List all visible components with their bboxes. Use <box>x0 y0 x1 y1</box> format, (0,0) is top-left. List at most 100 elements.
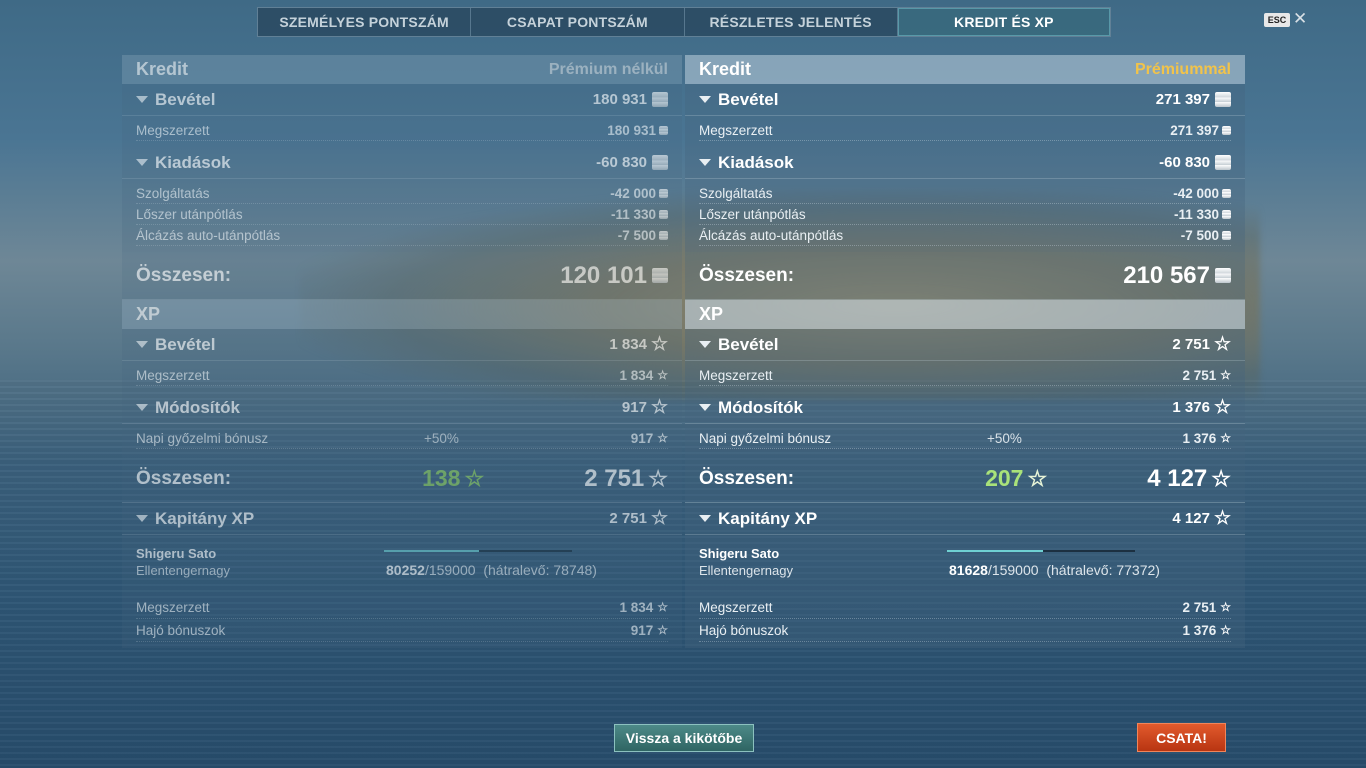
earned-value: 271 397 <box>1170 122 1219 138</box>
service-row: Szolgáltatás -42 000 <box>699 183 1231 204</box>
xp-earned-value: 1 834 <box>619 367 654 383</box>
earned-label: Megszerzett <box>699 122 773 138</box>
xp-earned-value: 2 751 <box>1182 367 1217 383</box>
income-label: Bevétel <box>155 89 216 109</box>
credit-coin-icon <box>1222 125 1231 135</box>
xp-total-row: Összesen: 138 ☆ 2 751 ☆ <box>122 455 682 503</box>
captain-progress-bar <box>947 550 1135 552</box>
expenses-value: -60 830 <box>596 154 647 171</box>
captain-xp-row[interactable]: Kapitány XP 2 751 ☆ <box>122 503 682 535</box>
captain-earned-row: Megszerzett 2 751 ☆ <box>699 596 1231 619</box>
credit-coin-icon <box>652 268 668 283</box>
xp-income-value: 1 834 <box>609 336 647 353</box>
star-icon: ☆ <box>1213 397 1231 418</box>
captain-earned-value: 2 751 <box>1182 599 1217 615</box>
credit-coin-icon <box>659 188 668 198</box>
collapse-triangle-icon[interactable] <box>699 404 711 411</box>
daily-bonus-label: Napi győzelmi bónusz <box>699 430 832 446</box>
captain-rank: Ellentengernagy <box>136 563 230 578</box>
expenses-label: Kiadások <box>718 152 794 172</box>
modifiers-row[interactable]: Módosítók 917 ☆ <box>122 392 682 424</box>
captain-xp-value: 2 751 <box>609 510 647 527</box>
credit-coin-icon <box>652 155 668 170</box>
panel-with-premium: Kredit Prémiummal Bevétel 271 397 Megsze… <box>685 55 1245 648</box>
earned-label: Megszerzett <box>136 122 210 138</box>
credit-coin-icon <box>659 125 668 135</box>
ship-bonus-row: Hajó bónuszok 917 ☆ <box>136 619 668 642</box>
collapse-triangle-icon[interactable] <box>136 159 148 166</box>
free-xp-star-icon: ☆ <box>464 465 485 491</box>
income-value: 180 931 <box>592 91 647 108</box>
star-icon: ☆ <box>657 368 668 382</box>
daily-bonus-row: Napi győzelmi bónusz +50% 917 ☆ <box>136 428 668 449</box>
ammo-label: Lőszer utánpótlás <box>699 206 806 222</box>
tab-detailed-report[interactable]: RÉSZLETES JELENTÉS <box>685 8 898 36</box>
collapse-triangle-icon[interactable] <box>699 96 711 103</box>
income-row[interactable]: Bevétel 180 931 <box>122 84 682 116</box>
collapse-triangle-icon[interactable] <box>136 404 148 411</box>
captain-xp-row[interactable]: Kapitány XP 4 127 ☆ <box>685 503 1245 535</box>
xp-income-row[interactable]: Bevétel 1 834 ☆ <box>122 329 682 361</box>
credit-coin-icon <box>1215 268 1231 283</box>
collapse-triangle-icon[interactable] <box>136 96 148 103</box>
collapse-triangle-icon[interactable] <box>136 515 148 522</box>
captain-rank: Ellentengernagy <box>699 563 793 578</box>
credit-coin-icon <box>1222 230 1231 240</box>
credit-coin-icon <box>1222 209 1231 219</box>
captain-earned-label: Megszerzett <box>136 599 210 615</box>
collapse-triangle-icon[interactable] <box>699 159 711 166</box>
credit-coin-icon <box>652 92 668 107</box>
tab-credit-xp[interactable]: KREDIT ÉS XP <box>897 8 1110 36</box>
collapse-triangle-icon[interactable] <box>699 341 711 348</box>
star-icon: ☆ <box>1213 334 1231 355</box>
captain-block: Kapitány XP 2 751 ☆ Shigeru Sato Ellenten… <box>122 503 682 648</box>
xp-earned-row: Megszerzett 1 834 ☆ <box>136 365 668 386</box>
tab-personal-score[interactable]: SZEMÉLYES PONTSZÁM <box>258 8 472 36</box>
star-icon: ☆ <box>657 600 668 614</box>
tab-bar: SZEMÉLYES PONTSZÁM CSAPAT PONTSZÁM RÉSZL… <box>257 7 1111 37</box>
captain-xp-label: Kapitány XP <box>718 508 818 528</box>
xp-earned-row: Megszerzett 2 751 ☆ <box>699 365 1231 386</box>
modifiers-label: Módosítók <box>718 397 803 417</box>
camo-label: Álcázás auto-utánpótlás <box>136 227 281 243</box>
captain-xp-remaining: (hátralevő: 77372) <box>1046 562 1160 578</box>
xp-total-value: 2 751 <box>584 464 645 492</box>
modifiers-label: Módosítók <box>155 397 240 417</box>
modifiers-row[interactable]: Módosítók 1 376 ☆ <box>685 392 1245 424</box>
income-row[interactable]: Bevétel 271 397 <box>685 84 1245 116</box>
collapse-triangle-icon[interactable] <box>136 341 148 348</box>
modifiers-block: Módosítók 1 376 ☆ Napi győzelmi bónusz +5… <box>685 392 1245 455</box>
captain-name: Shigeru Sato <box>699 546 780 561</box>
credit-coin-icon <box>659 209 668 219</box>
star-icon: ☆ <box>1220 368 1231 382</box>
premium-status: Prémium nélkül <box>548 60 668 78</box>
xp-income-block: Bevétel 2 751 ☆ Megszerzett 2 751 ☆ <box>685 329 1245 392</box>
collapse-triangle-icon[interactable] <box>699 515 711 522</box>
battle-button[interactable]: CSATA! <box>1137 723 1226 752</box>
camo-value: -7 500 <box>1180 227 1219 243</box>
service-row: Szolgáltatás -42 000 <box>136 183 668 204</box>
close-icon[interactable]: ✕ <box>1293 9 1307 29</box>
xp-total-row: Összesen: 207 ☆ 4 127 ☆ <box>685 455 1245 503</box>
star-icon: ☆ <box>1220 623 1231 637</box>
expenses-block: Kiadások -60 830 Szolgáltatás -42 000 Lő… <box>685 147 1245 252</box>
credit-total-label: Összesen: <box>699 264 795 286</box>
xp-total-label: Összesen: <box>136 467 232 489</box>
camo-value: -7 500 <box>617 227 656 243</box>
camo-row: Álcázás auto-utánpótlás -7 500 <box>136 225 668 246</box>
ammo-row: Lőszer utánpótlás -11 330 <box>699 204 1231 225</box>
captain-progress-fill <box>384 550 479 552</box>
income-label: Bevétel <box>718 89 779 109</box>
tab-team-score[interactable]: CSAPAT PONTSZÁM <box>471 8 685 36</box>
earned-row: Megszerzett 271 397 <box>699 120 1231 141</box>
free-xp-total-value: 207 <box>985 465 1024 491</box>
free-xp-star-icon: ☆ <box>1027 465 1048 491</box>
expenses-row[interactable]: Kiadások -60 830 <box>122 147 682 179</box>
back-to-port-button[interactable]: Vissza a kikötőbe <box>614 724 754 752</box>
credit-coin-icon <box>1215 155 1231 170</box>
esc-key-icon[interactable]: ESC <box>1264 13 1290 27</box>
expenses-row[interactable]: Kiadások -60 830 <box>685 147 1245 179</box>
xp-income-row[interactable]: Bevétel 2 751 ☆ <box>685 329 1245 361</box>
credit-coin-icon <box>1215 92 1231 107</box>
camo-label: Álcázás auto-utánpótlás <box>699 227 844 243</box>
